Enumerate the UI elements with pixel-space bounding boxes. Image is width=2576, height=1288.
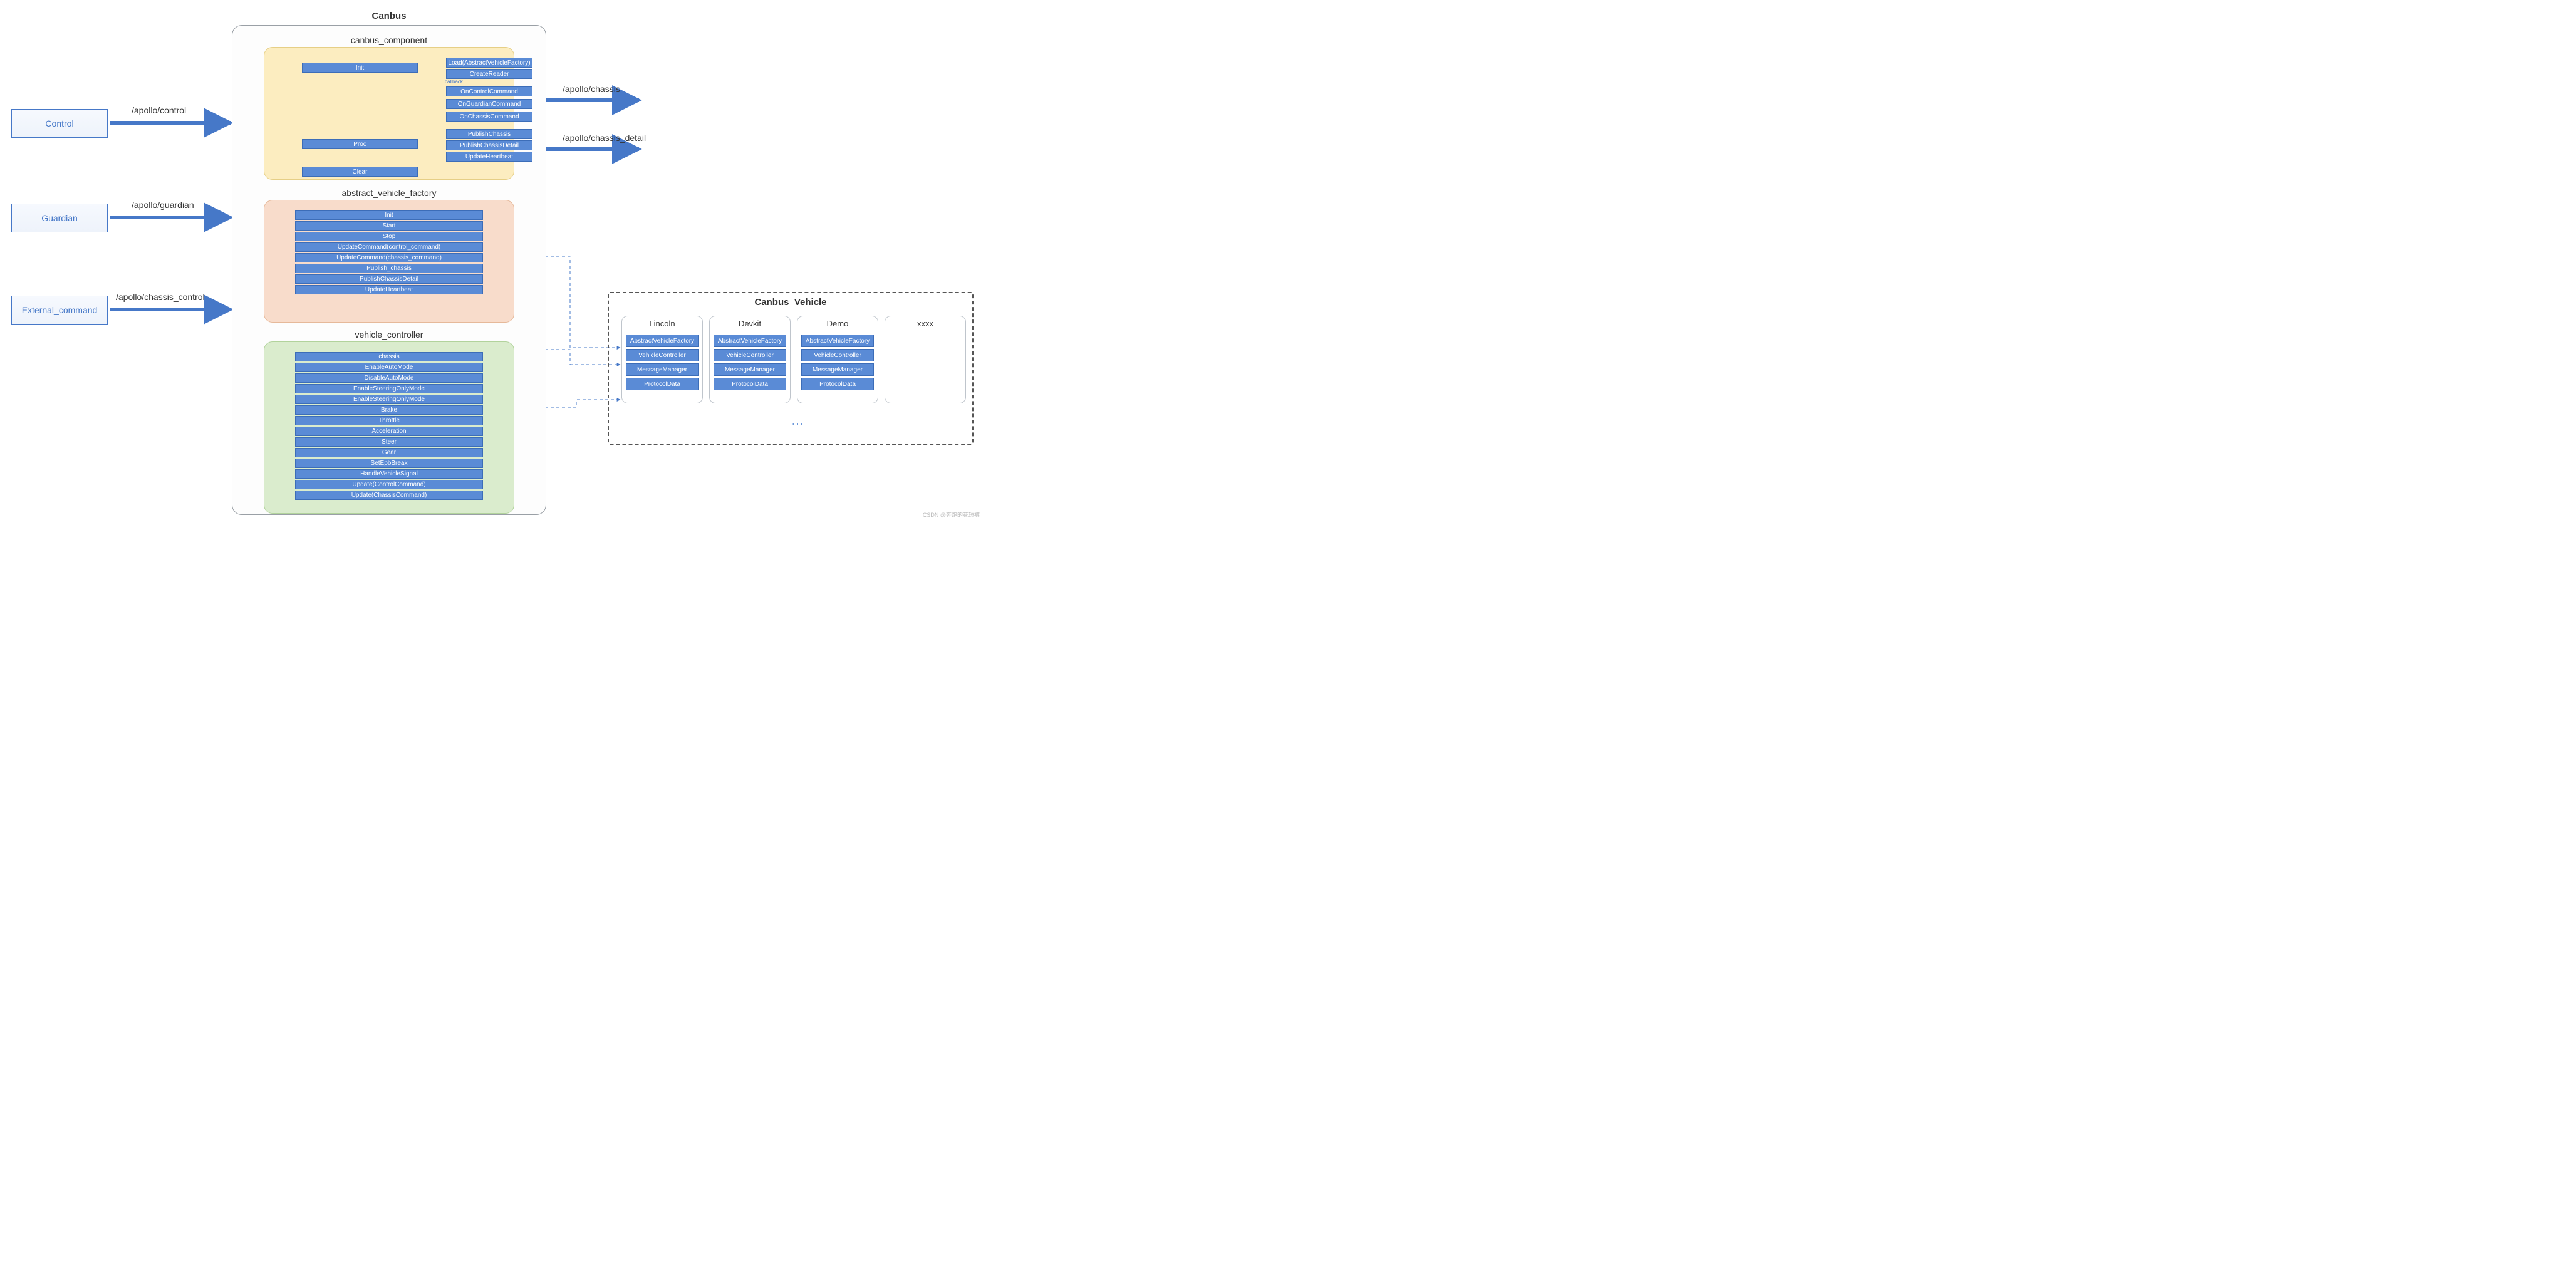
watermark: CSDN @奔跑的花短裤 xyxy=(923,511,980,519)
cv-item: MessageManager xyxy=(801,363,874,376)
panel-avf: abstract_vehicle_factory InitStartStopUp… xyxy=(264,200,514,323)
bar-load-avf: Load(AbstractVehicleFactory) xyxy=(446,58,532,68)
topic-chassis-control: /apollo/chassis_control xyxy=(116,292,205,302)
vc-row: Brake xyxy=(295,405,483,415)
vc-row: Steer xyxy=(295,437,483,447)
panel-title-avf: abstract_vehicle_factory xyxy=(264,188,514,198)
cv-card-title: Demo xyxy=(797,319,878,328)
vc-row: Gear xyxy=(295,448,483,457)
bar-init: Init xyxy=(302,63,418,73)
vc-row: EnableSteeringOnlyMode xyxy=(295,384,483,393)
cv-item: VehicleController xyxy=(801,349,874,361)
bar-oncontrol: OnControlCommand xyxy=(446,86,532,96)
cv-item: MessageManager xyxy=(714,363,786,376)
vc-row: EnableSteeringOnlyMode xyxy=(295,395,483,404)
topic-chassis: /apollo/chassis xyxy=(563,84,620,94)
avf-row: Stop xyxy=(295,232,483,241)
input-external-command: External_command xyxy=(11,296,108,325)
canbus-vehicle-title: Canbus_Vehicle xyxy=(609,297,972,308)
bar-proc: Proc xyxy=(302,139,418,149)
cv-item: ProtocolData xyxy=(801,378,874,390)
bar-clear: Clear xyxy=(302,167,418,177)
topic-guardian: /apollo/guardian xyxy=(132,200,194,210)
cv-card-demo: Demo AbstractVehicleFactory VehicleControl… xyxy=(797,316,878,403)
cv-card-title: Lincoln xyxy=(622,319,702,328)
bar-updheartbeat: UpdateHeartbeat xyxy=(446,152,532,162)
vc-row: Acceleration xyxy=(295,427,483,436)
cv-card-devkit: Devkit AbstractVehicleFactory VehicleContr… xyxy=(709,316,791,403)
canbus-vehicle-container: Canbus_Vehicle Lincoln AbstractVehicleFac… xyxy=(608,292,974,445)
cv-card-title: xxxx xyxy=(885,319,965,328)
bar-onchassis: OnChassisCommand xyxy=(446,112,532,122)
avf-row: PublishChassisDetail xyxy=(295,274,483,284)
avf-row: Publish_chassis xyxy=(295,264,483,273)
vc-row: HandleVehicleSignal xyxy=(295,469,483,479)
vc-row: DisableAutoMode xyxy=(295,373,483,383)
cv-item: ProtocolData xyxy=(714,378,786,390)
diagram-stage: Control /apollo/control Guardian /apollo… xyxy=(6,6,984,520)
cv-item: VehicleController xyxy=(714,349,786,361)
cv-item: AbstractVehicleFactory xyxy=(801,335,874,347)
input-guardian: Guardian xyxy=(11,204,108,232)
canbus-container: Canbus canbus_component Init Proc Clear … xyxy=(232,25,546,515)
vc-row: chassis xyxy=(295,352,483,361)
vc-row: Update(ControlCommand) xyxy=(295,480,483,489)
vc-row: EnableAutoMode xyxy=(295,363,483,372)
ellipsis-icon: ⋮ xyxy=(791,418,804,431)
bar-pubchassis: PublishChassis xyxy=(446,129,532,139)
vc-row: Throttle xyxy=(295,416,483,425)
cv-card-title: Devkit xyxy=(710,319,790,328)
cv-item: VehicleController xyxy=(626,349,699,361)
panel-title-cc: canbus_component xyxy=(264,35,514,45)
vc-row: Update(ChassisCommand) xyxy=(295,491,483,500)
avf-row: UpdateCommand(chassis_command) xyxy=(295,253,483,262)
label-callback: callback xyxy=(445,79,463,85)
panel-canbus-component: canbus_component Init Proc Clear Load(Ab… xyxy=(264,47,514,180)
panel-vc: vehicle_controller chassisEnableAutoMode… xyxy=(264,341,514,514)
topic-control: /apollo/control xyxy=(132,105,186,115)
panel-title-vc: vehicle_controller xyxy=(264,330,514,340)
avf-row: UpdateCommand(control_command) xyxy=(295,242,483,252)
avf-row: Init xyxy=(295,210,483,220)
bar-pubchassisdetail: PublishChassisDetail xyxy=(446,140,532,150)
input-control: Control xyxy=(11,109,108,138)
cv-item: MessageManager xyxy=(626,363,699,376)
vc-row: SetEpbBreak xyxy=(295,459,483,468)
cv-card-lincoln: Lincoln AbstractVehicleFactory VehicleCont… xyxy=(621,316,703,403)
topic-chassis-detail: /apollo/chassis_detail xyxy=(563,133,646,143)
cv-item: AbstractVehicleFactory xyxy=(626,335,699,347)
avf-row: UpdateHeartbeat xyxy=(295,285,483,294)
cv-card-xxxx: xxxx xyxy=(885,316,966,403)
avf-row: Start xyxy=(295,221,483,231)
cv-item: ProtocolData xyxy=(626,378,699,390)
cv-item: AbstractVehicleFactory xyxy=(714,335,786,347)
bar-onguardian: OnGuardianCommand xyxy=(446,99,532,109)
bar-createreader: CreateReader xyxy=(446,69,532,79)
canbus-title: Canbus xyxy=(232,11,546,21)
